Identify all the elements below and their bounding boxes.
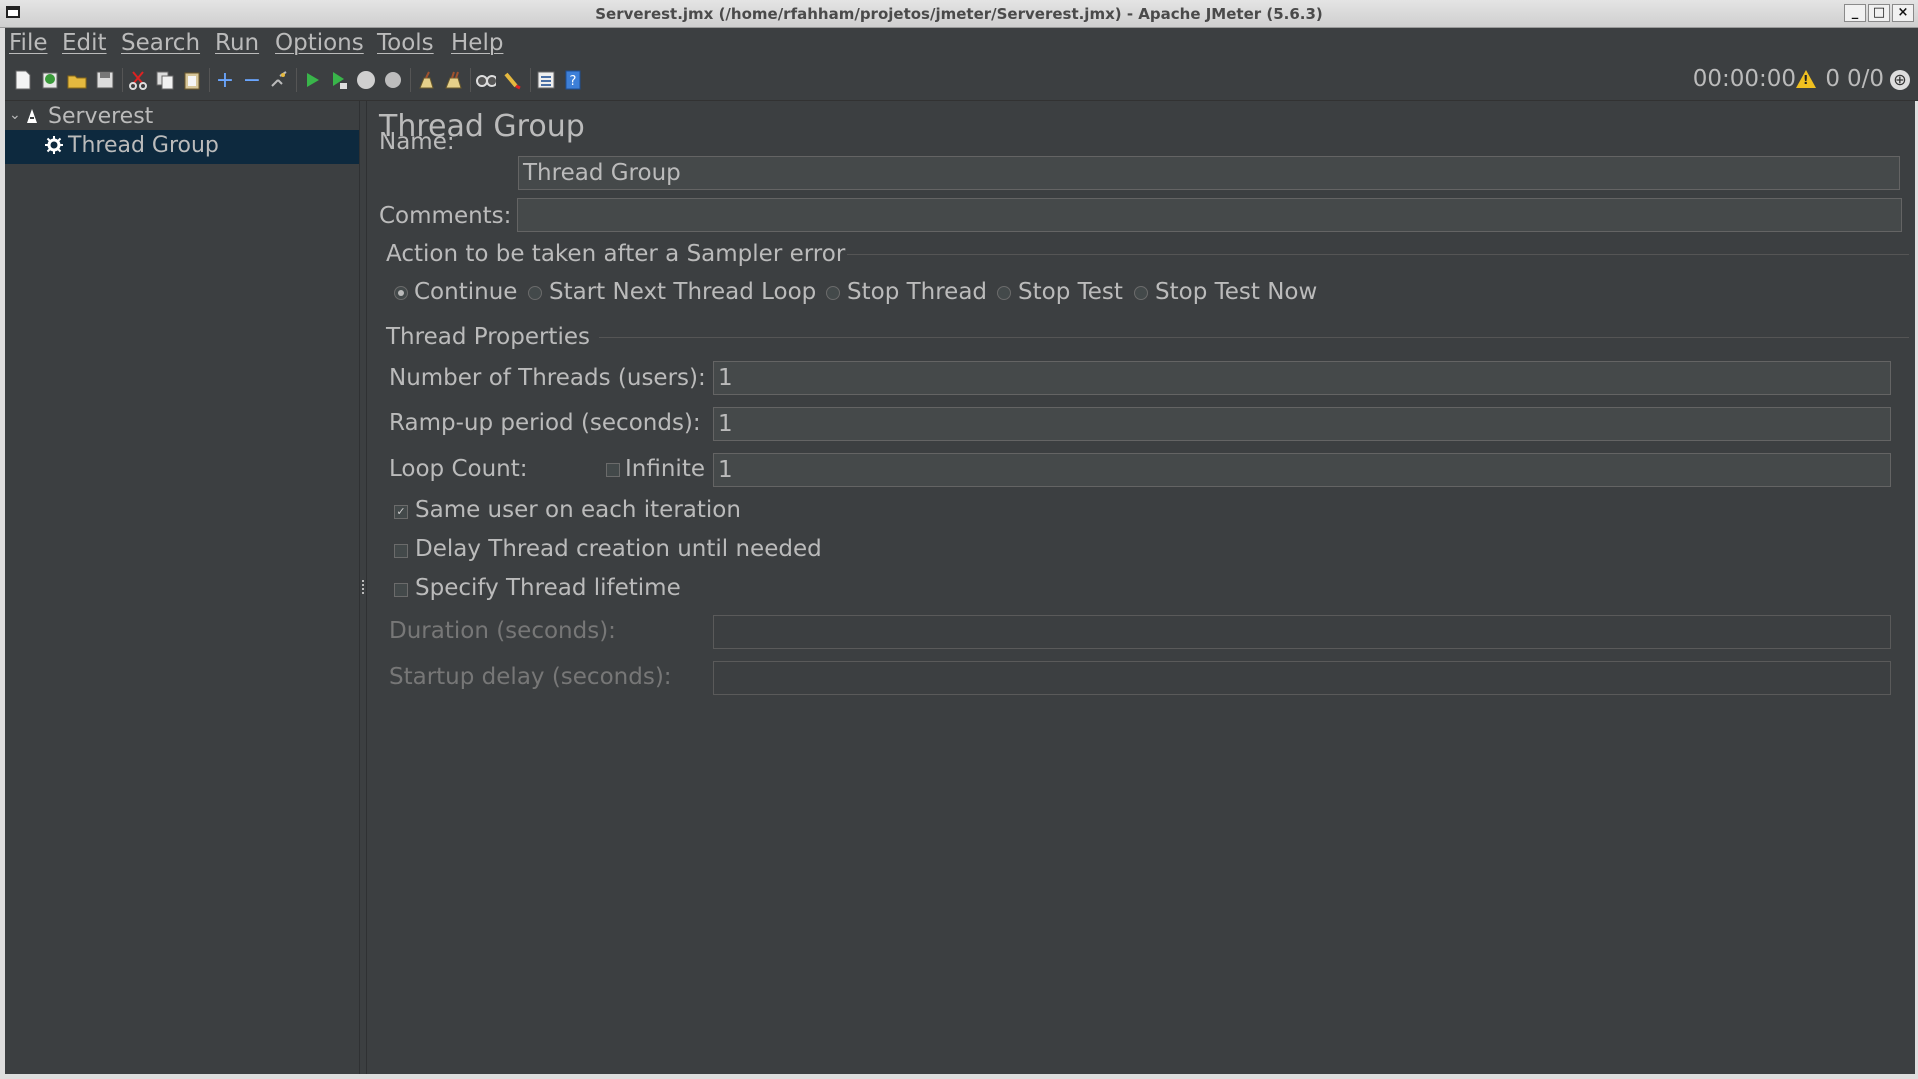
thread-group-editor: Thread Group Name: Thread Group Comments… bbox=[367, 101, 1915, 1074]
tree-node-label: Thread Group bbox=[68, 133, 219, 158]
svg-text:?: ? bbox=[570, 74, 577, 89]
tree-node-thread-group[interactable]: Thread Group bbox=[5, 130, 359, 164]
comments-field[interactable] bbox=[517, 198, 1902, 232]
radio-start-next-thread-loop[interactable] bbox=[528, 286, 542, 300]
gear-icon bbox=[45, 136, 63, 159]
start-icon[interactable] bbox=[302, 70, 322, 90]
collapse-icon[interactable]: − bbox=[242, 68, 262, 93]
thread-properties-heading: Thread Properties bbox=[386, 324, 590, 350]
radio-stop-test-label[interactable]: Stop Test bbox=[1018, 279, 1123, 305]
startup-delay-label: Startup delay (seconds): bbox=[389, 664, 672, 690]
new-icon[interactable] bbox=[13, 70, 33, 90]
open-icon[interactable] bbox=[67, 70, 87, 90]
same-user-checkbox[interactable]: ✓ bbox=[394, 505, 408, 519]
toolbar-separator bbox=[296, 68, 297, 92]
menu-tools[interactable]: Tools bbox=[377, 30, 434, 56]
toolbar-separator bbox=[530, 68, 531, 92]
radio-continue-label[interactable]: Continue bbox=[414, 279, 517, 305]
rampup-label: Ramp-up period (seconds): bbox=[389, 410, 701, 436]
thread-lifetime-label[interactable]: Specify Thread lifetime bbox=[415, 575, 681, 601]
toolbar: + − ? 00:00:00 ! 0 0/0 ⊕ bbox=[5, 60, 1918, 101]
radio-start-next-thread-loop-label[interactable]: Start Next Thread Loop bbox=[549, 279, 816, 305]
function-helper-icon[interactable] bbox=[536, 70, 556, 90]
start-no-pauses-icon[interactable] bbox=[329, 70, 349, 90]
maximize-button[interactable]: □ bbox=[1868, 4, 1890, 22]
templates-icon[interactable] bbox=[40, 70, 60, 90]
copy-icon[interactable] bbox=[155, 70, 175, 90]
group-border bbox=[599, 337, 1909, 338]
paste-icon[interactable] bbox=[182, 70, 202, 90]
tree-node-label: Serverest bbox=[48, 104, 154, 129]
stop-icon[interactable] bbox=[356, 70, 376, 90]
toolbar-separator bbox=[122, 68, 123, 92]
help-icon[interactable]: ? bbox=[563, 70, 583, 90]
menu-run[interactable]: Run bbox=[215, 30, 259, 56]
delay-creation-label[interactable]: Delay Thread creation until needed bbox=[415, 536, 822, 562]
toolbar-separator bbox=[470, 68, 471, 92]
startup-delay-field[interactable] bbox=[713, 661, 1891, 695]
menu-bar: File Edit Search Run Options Tools Help bbox=[5, 28, 1918, 60]
infinite-label[interactable]: Infinite bbox=[625, 456, 705, 482]
reset-search-icon[interactable] bbox=[503, 70, 523, 90]
warning-icon[interactable]: ! bbox=[1796, 70, 1816, 88]
search-icon[interactable] bbox=[476, 70, 496, 90]
duration-field[interactable] bbox=[713, 615, 1891, 649]
menu-edit[interactable]: Edit bbox=[62, 30, 107, 56]
radio-stop-thread[interactable] bbox=[826, 286, 840, 300]
threads-field[interactable]: 1 bbox=[713, 361, 1891, 395]
test-plan-tree: ⌄ Serverest Thread Group bbox=[5, 101, 359, 1074]
menu-options[interactable]: Options bbox=[275, 30, 364, 56]
loop-count-label: Loop Count: bbox=[389, 456, 528, 482]
active-threads-count: 0/0 bbox=[1846, 66, 1884, 92]
infinite-checkbox[interactable] bbox=[606, 463, 620, 477]
clear-all-icon[interactable] bbox=[443, 70, 463, 90]
window-border-bottom bbox=[0, 1074, 1918, 1079]
clear-icon[interactable] bbox=[416, 70, 436, 90]
split-pane-divider[interactable] bbox=[359, 101, 367, 1074]
threads-label: Number of Threads (users): bbox=[389, 365, 706, 391]
save-icon[interactable] bbox=[95, 70, 115, 90]
close-button[interactable]: × bbox=[1892, 4, 1914, 22]
window-titlebar: Serverest.jmx (/home/rfahham/projetos/jm… bbox=[0, 0, 1918, 28]
expand-icon[interactable]: + bbox=[215, 68, 235, 93]
elapsed-timer: 00:00:00 bbox=[1692, 66, 1796, 92]
toolbar-separator bbox=[209, 68, 210, 92]
divider-grip-icon bbox=[362, 580, 366, 594]
menu-help[interactable]: Help bbox=[451, 30, 503, 56]
toggle-icon[interactable] bbox=[269, 70, 289, 90]
test-plan-icon bbox=[26, 108, 38, 129]
toolbar-separator bbox=[410, 68, 411, 92]
radio-stop-test[interactable] bbox=[997, 286, 1011, 300]
menu-file[interactable]: File bbox=[9, 30, 48, 56]
shutdown-icon[interactable] bbox=[383, 70, 403, 90]
name-field[interactable]: Thread Group bbox=[518, 156, 1900, 190]
duration-label: Duration (seconds): bbox=[389, 618, 616, 644]
sampler-error-heading: Action to be taken after a Sampler error bbox=[386, 241, 846, 267]
window-title: Serverest.jmx (/home/rfahham/projetos/jm… bbox=[595, 5, 1323, 23]
radio-stop-thread-label[interactable]: Stop Thread bbox=[847, 279, 987, 305]
rampup-field[interactable]: 1 bbox=[713, 407, 1891, 441]
radio-continue[interactable] bbox=[394, 286, 408, 300]
group-border bbox=[847, 254, 1909, 255]
cut-icon[interactable] bbox=[128, 70, 148, 90]
radio-stop-test-now-label[interactable]: Stop Test Now bbox=[1155, 279, 1317, 305]
name-label: Name: bbox=[379, 129, 455, 155]
chevron-down-icon[interactable]: ⌄ bbox=[9, 107, 21, 123]
menu-search[interactable]: Search bbox=[121, 30, 200, 56]
thread-lifetime-checkbox[interactable] bbox=[394, 583, 408, 597]
loop-count-field[interactable]: 1 bbox=[713, 453, 1891, 487]
radio-stop-test-now[interactable] bbox=[1134, 286, 1148, 300]
minimize-button[interactable]: _ bbox=[1844, 4, 1866, 22]
delay-creation-checkbox[interactable] bbox=[394, 544, 408, 558]
comments-label: Comments: bbox=[379, 203, 512, 229]
error-count: 0 bbox=[1825, 66, 1840, 92]
remote-engines-icon[interactable]: ⊕ bbox=[1890, 70, 1910, 90]
same-user-label[interactable]: Same user on each iteration bbox=[415, 497, 741, 523]
